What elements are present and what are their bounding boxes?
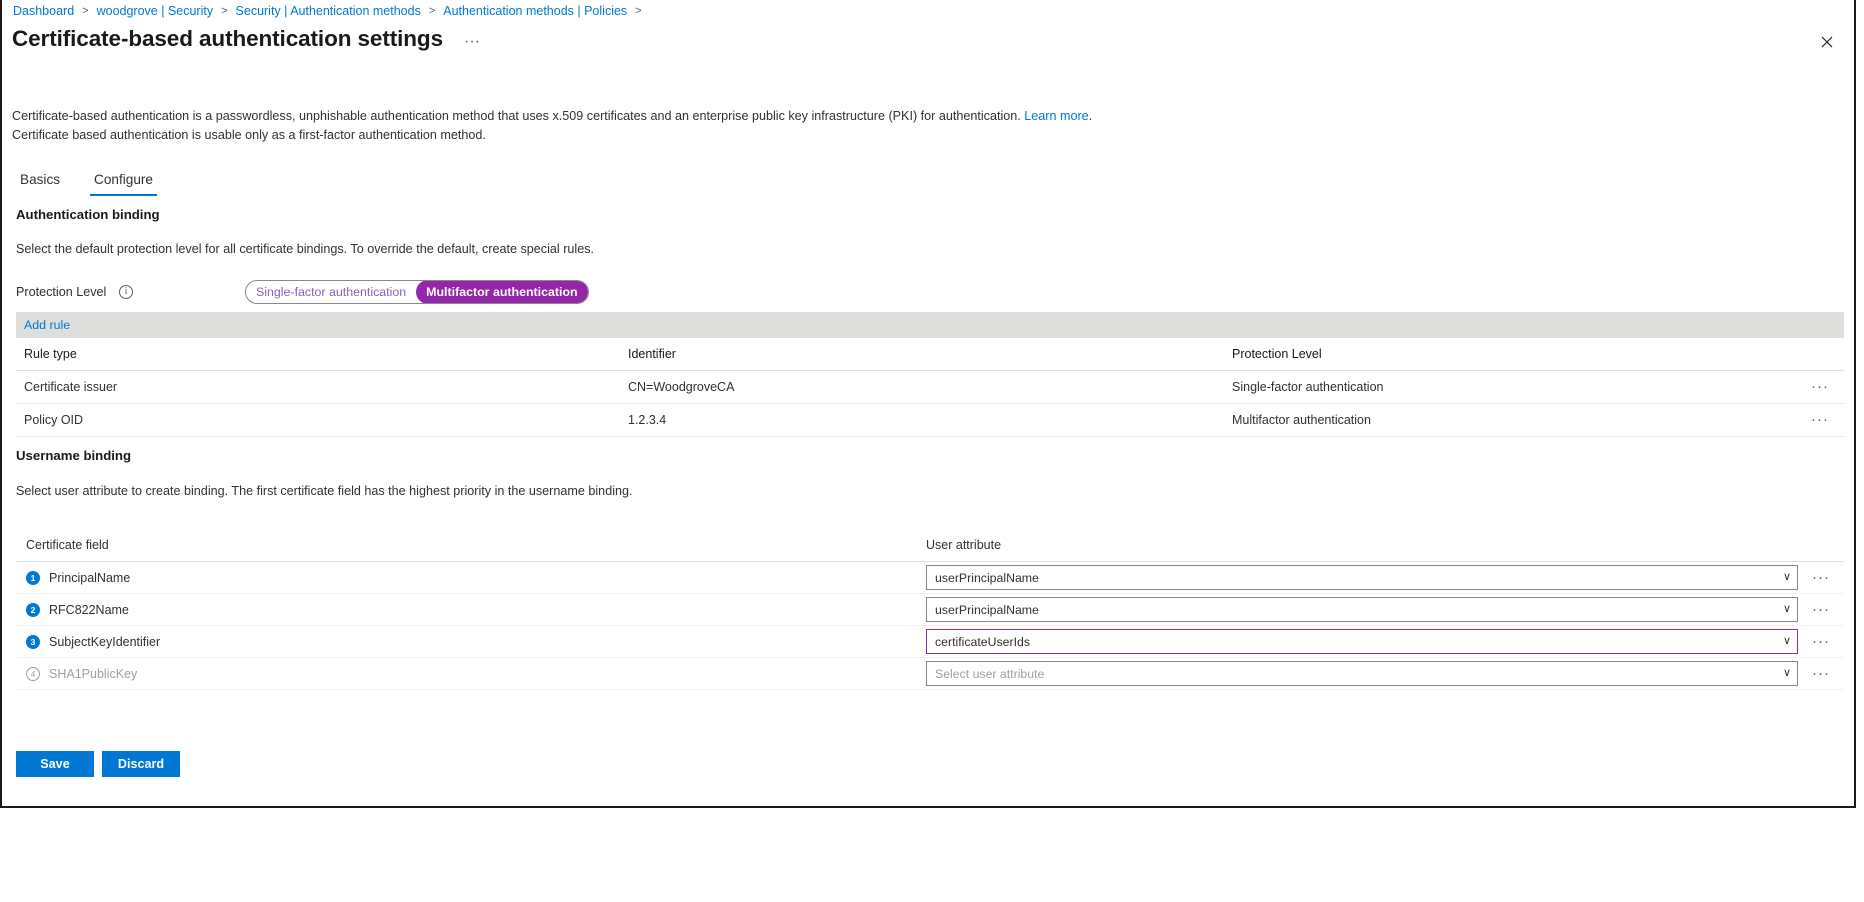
column-header-protection-level: Protection Level [1232, 347, 1322, 361]
certificate-field-cell: 2 RFC822Name [16, 602, 926, 617]
row-context-menu-icon[interactable]: ··· [1798, 634, 1844, 649]
certificate-field-label: PrincipalName [49, 570, 131, 585]
intro-line-2: Certificate based authentication is usab… [12, 127, 486, 142]
table-row[interactable]: Certificate issuer CN=WoodgroveCA Single… [16, 371, 1844, 404]
intro-text-part-1: Certificate-based authentication is a pa… [12, 109, 1025, 123]
page-title: Certificate-based authentication setting… [12, 26, 443, 51]
chevron-down-icon: ∨ [1782, 603, 1791, 615]
footer-actions: Save Discard [16, 751, 180, 777]
title-row: Certificate-based authentication setting… [12, 26, 484, 52]
breadcrumb-item-authentication-methods[interactable]: Security | Authentication methods [235, 4, 422, 18]
username-binding-description: Select user attribute to create binding.… [16, 484, 633, 498]
priority-badge: 2 [26, 602, 40, 617]
tab-basics[interactable]: Basics [16, 168, 64, 196]
user-attribute-dropdown-1[interactable]: userPrincipalName ∨ [926, 565, 1798, 590]
dropdown-placeholder: Select user attribute [935, 666, 1045, 681]
breadcrumb-item-woodgrove-security[interactable]: woodgrove | Security [96, 4, 215, 18]
intro-text: Certificate-based authentication is a pa… [12, 107, 1092, 144]
cell-rule-type: Policy OID [24, 413, 84, 427]
breadcrumb-separator-icon: > [635, 5, 642, 17]
breadcrumb-item-policies[interactable]: Authentication methods | Policies [442, 4, 628, 18]
authentication-binding-heading: Authentication binding [16, 207, 160, 222]
cell-rule-type: Certificate issuer [24, 380, 118, 394]
add-rule-button[interactable]: Add rule [24, 318, 70, 332]
user-attribute-cell: Select user attribute ∨ ··· [926, 661, 1844, 686]
priority-badge: 4 [26, 666, 40, 681]
priority-badge: 3 [26, 634, 40, 649]
certificate-field-cell: 3 SubjectKeyIdentifier [16, 634, 926, 649]
breadcrumb-separator-icon: > [82, 5, 89, 17]
certificate-field-label: RFC822Name [49, 602, 129, 617]
breadcrumb-item-dashboard[interactable]: Dashboard [12, 4, 75, 18]
chevron-down-icon: ∨ [1782, 635, 1791, 647]
user-attribute-cell: userPrincipalName ∨ ··· [926, 597, 1844, 622]
dropdown-value: certificateUserIds [935, 634, 1030, 649]
user-attribute-dropdown-3[interactable]: certificateUserIds ∨ [926, 629, 1798, 654]
learn-more-link[interactable]: Learn more [1024, 109, 1088, 123]
column-header-user-attribute: User attribute [926, 537, 1002, 552]
cell-identifier: CN=WoodgroveCA [628, 380, 735, 394]
username-binding-header: Certificate field User attribute [16, 528, 1844, 562]
rules-table-header: Rule type Identifier Protection Level [16, 338, 1844, 371]
column-header-certificate-field: Certificate field [26, 537, 109, 552]
row-context-menu-icon[interactable]: ··· [1798, 570, 1844, 585]
chevron-down-icon: ∨ [1782, 667, 1791, 679]
dropdown-value: userPrincipalName [935, 570, 1039, 585]
certificate-field-label: SubjectKeyIdentifier [49, 634, 161, 649]
toggle-option-single-factor[interactable]: Single-factor authentication [246, 281, 416, 303]
user-attribute-cell: certificateUserIds ∨ ··· [926, 629, 1844, 654]
list-item: 1 PrincipalName userPrincipalName ∨ ··· [16, 562, 1844, 594]
more-options-icon[interactable]: ··· [460, 32, 484, 52]
column-header-rule-type: Rule type [24, 347, 77, 361]
user-attribute-dropdown-4[interactable]: Select user attribute ∨ [926, 661, 1798, 686]
row-context-menu-icon[interactable]: ··· [1798, 602, 1844, 617]
intro-line-1: Certificate-based authentication is a pa… [12, 109, 1092, 123]
certificate-field-label: SHA1PublicKey [49, 666, 138, 681]
rules-toolbar: Add rule [16, 312, 1844, 338]
close-button[interactable] [1812, 27, 1842, 57]
column-header-identifier: Identifier [628, 347, 676, 361]
list-item: 3 SubjectKeyIdentifier certificateUserId… [16, 626, 1844, 658]
save-button[interactable]: Save [16, 751, 94, 777]
cell-protection-level: Multifactor authentication [1232, 413, 1371, 427]
cell-protection-level: Single-factor authentication [1232, 380, 1384, 394]
table-row[interactable]: Policy OID 1.2.3.4 Multifactor authentic… [16, 404, 1844, 437]
cell-identifier: 1.2.3.4 [628, 413, 667, 427]
authentication-binding-description: Select the default protection level for … [16, 242, 595, 256]
list-item: 4 SHA1PublicKey Select user attribute ∨ … [16, 658, 1844, 690]
toggle-option-multifactor[interactable]: Multifactor authentication [416, 281, 588, 303]
close-icon [1821, 36, 1833, 48]
list-item: 2 RFC822Name userPrincipalName ∨ ··· [16, 594, 1844, 626]
dropdown-value: userPrincipalName [935, 602, 1039, 617]
user-attribute-dropdown-2[interactable]: userPrincipalName ∨ [926, 597, 1798, 622]
discard-button[interactable]: Discard [102, 751, 180, 777]
breadcrumb-separator-icon: > [428, 5, 436, 17]
protection-level-row: Protection Level i Single-factor authent… [16, 280, 589, 304]
intro-text-part-2: . [1088, 109, 1093, 123]
username-binding-heading: Username binding [16, 448, 132, 463]
protection-level-toggle[interactable]: Single-factor authentication Multifactor… [245, 280, 589, 304]
priority-badge: 1 [26, 570, 40, 585]
blade-panel: Dashboard > woodgrove | Security > Secur… [0, 0, 1856, 808]
certificate-field-cell: 1 PrincipalName [16, 570, 926, 585]
protection-level-label: Protection Level [16, 285, 107, 299]
breadcrumb-separator-icon: > [221, 5, 228, 17]
row-context-menu-icon[interactable]: ··· [1798, 666, 1844, 681]
row-context-menu-icon[interactable]: ··· [1796, 412, 1844, 427]
tab-configure[interactable]: Configure [90, 168, 157, 196]
chevron-down-icon: ∨ [1782, 571, 1791, 583]
info-icon[interactable]: i [119, 285, 133, 299]
row-context-menu-icon[interactable]: ··· [1796, 379, 1844, 394]
certificate-field-cell: 4 SHA1PublicKey [16, 666, 926, 681]
rules-table: Rule type Identifier Protection Level Ce… [16, 338, 1844, 437]
username-binding-table: Certificate field User attribute 1 Princ… [16, 528, 1844, 690]
user-attribute-cell: userPrincipalName ∨ ··· [926, 565, 1844, 590]
breadcrumb: Dashboard > woodgrove | Security > Secur… [12, 4, 649, 18]
tab-list: Basics Configure [16, 168, 157, 196]
